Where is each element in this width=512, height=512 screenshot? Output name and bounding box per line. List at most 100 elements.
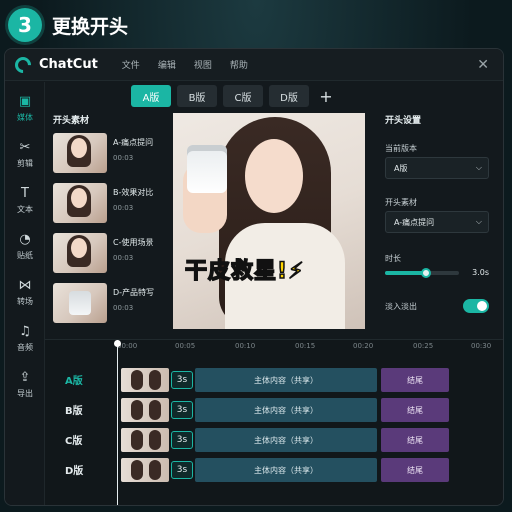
sidebar-item-media[interactable]: ▣ 媒体 <box>5 94 45 123</box>
material-time: 00:03 <box>113 304 134 312</box>
panel-title: 开头素材 <box>53 116 90 126</box>
app-name: ChatCut <box>39 57 98 72</box>
fade-toggle[interactable] <box>463 299 489 313</box>
ending-clip[interactable]: 结尾 <box>381 458 449 482</box>
fade-label: 淡入淡出 <box>385 302 417 311</box>
step-header: 3 更换开头 <box>8 8 128 42</box>
material-thumbnail <box>53 183 107 223</box>
material-name: A-痛点提问 <box>113 138 154 147</box>
product-jar <box>187 145 227 193</box>
track-label-b[interactable]: B版 <box>65 402 83 417</box>
presenter-face <box>245 139 303 213</box>
track-label-c[interactable]: C版 <box>65 432 82 447</box>
sidebar-item-edit[interactable]: ✂ 剪辑 <box>5 140 45 169</box>
material-thumbnail <box>53 233 107 273</box>
duration-label: 时长 <box>385 254 401 263</box>
duration-box[interactable]: 3s <box>171 371 193 389</box>
title-bar: ChatCut 文件 编辑 视图 帮助 ✕ <box>5 49 503 81</box>
scissors-icon: ✂ <box>19 140 31 155</box>
duration-box[interactable]: 3s <box>171 431 193 449</box>
material-item[interactable]: C-使用场景 00:03 <box>53 233 167 275</box>
time-tick: 00:20 <box>353 342 374 350</box>
material-thumbnail <box>53 283 107 323</box>
material-item[interactable]: B-效果对比 00:03 <box>53 183 167 225</box>
chevron-down-icon: ⌵ <box>475 163 482 172</box>
track-label-a[interactable]: A版 <box>65 372 83 387</box>
step-title: 更换开头 <box>52 15 129 38</box>
video-preview[interactable]: 干皮救星!⚡ <box>173 113 365 329</box>
text-icon: T <box>21 186 29 201</box>
menu-bar: 文件 编辑 视图 帮助 <box>122 58 248 71</box>
chevron-down-icon: ⌵ <box>475 217 482 226</box>
tab-version-d[interactable]: D版 <box>269 85 309 107</box>
sidebar-item-label: 音频 <box>17 343 33 352</box>
playhead[interactable] <box>117 340 118 505</box>
sidebar-item-label: 导出 <box>17 389 33 398</box>
sidebar-item-sticker[interactable]: ◔ 贴纸 <box>5 232 45 261</box>
version-tabs: A版 B版 C版 D版 + <box>131 85 337 107</box>
sidebar-item-label: 剪辑 <box>17 159 33 168</box>
material-time: 00:03 <box>113 154 134 162</box>
close-icon[interactable]: ✕ <box>477 57 489 73</box>
duration-box[interactable]: 3s <box>171 401 193 419</box>
sidebar-item-transition[interactable]: ⋈ 转场 <box>5 278 45 307</box>
opening-clip[interactable] <box>121 428 169 452</box>
sticker-icon: ◔ <box>19 232 31 247</box>
material-time: 00:03 <box>113 254 134 262</box>
sidebar-item-export[interactable]: ⇪ 导出 <box>5 370 45 399</box>
time-tick: 00:05 <box>175 342 196 350</box>
main-content-clip[interactable]: 主体内容（共享） <box>195 398 377 422</box>
opening-clip[interactable] <box>121 398 169 422</box>
panel-title: 开头设置 <box>385 116 422 126</box>
material-name: D-产品特写 <box>113 288 155 297</box>
menu-view[interactable]: 视图 <box>194 58 212 71</box>
material-select[interactable]: A-痛点提问 ⌵ <box>385 211 489 233</box>
duration-box[interactable]: 3s <box>171 461 193 479</box>
slider-handle[interactable] <box>420 268 431 278</box>
time-tick: 00:15 <box>295 342 316 350</box>
menu-file[interactable]: 文件 <box>122 58 140 71</box>
ending-clip[interactable]: 结尾 <box>381 398 449 422</box>
material-label: 开头素材 <box>385 198 417 207</box>
menu-edit[interactable]: 编辑 <box>158 58 176 71</box>
material-name: B-效果对比 <box>113 188 154 197</box>
duration-value: 3.0s <box>472 268 489 277</box>
sidebar-item-label: 转场 <box>17 297 33 306</box>
main-content-clip[interactable]: 主体内容（共享） <box>195 428 377 452</box>
main-content-clip[interactable]: 主体内容（共享） <box>195 368 377 392</box>
sidebar-item-label: 媒体 <box>17 113 33 122</box>
tab-version-b[interactable]: B版 <box>177 85 217 107</box>
left-sidebar: ▣ 媒体 ✂ 剪辑 T 文本 ◔ 贴纸 ⋈ 转场 ♫ 音频 ⇪ 导出 <box>5 82 45 505</box>
playhead-handle[interactable] <box>114 340 121 347</box>
timeline: 00:00 00:05 00:10 00:15 00:20 00:25 00:3… <box>45 339 503 505</box>
material-item[interactable]: D-产品特写 00:03 <box>53 283 167 325</box>
material-item[interactable]: A-痛点提问 00:03 <box>53 133 167 175</box>
main-content-clip[interactable]: 主体内容（共享） <box>195 458 377 482</box>
add-version-button[interactable]: + <box>315 85 337 107</box>
step-number: 3 <box>8 8 42 42</box>
duration-slider[interactable] <box>385 268 459 278</box>
opening-settings-panel: 开头设置 当前版本 A版 ⌵ 开头素材 A-痛点提问 ⌵ 时长 3.0s 淡入淡… <box>377 113 497 329</box>
opening-clip[interactable] <box>121 458 169 482</box>
version-label: 当前版本 <box>385 144 417 153</box>
time-tick: 00:10 <box>235 342 256 350</box>
ending-clip[interactable]: 结尾 <box>381 428 449 452</box>
sidebar-item-label: 贴纸 <box>17 251 33 260</box>
preview-caption: 干皮救星!⚡ <box>184 258 305 285</box>
media-icon: ▣ <box>18 94 32 109</box>
sidebar-item-audio[interactable]: ♫ 音频 <box>5 324 45 353</box>
export-icon: ⇪ <box>19 370 31 385</box>
tab-version-c[interactable]: C版 <box>223 85 263 107</box>
opening-clip[interactable] <box>121 368 169 392</box>
opening-material-panel: 开头素材 A-痛点提问 00:03 B-效果对比 00:03 C-使用场景 00:03… <box>53 113 167 329</box>
material-thumbnail <box>53 133 107 173</box>
ending-clip[interactable]: 结尾 <box>381 368 449 392</box>
transition-icon: ⋈ <box>18 278 32 293</box>
version-select[interactable]: A版 ⌵ <box>385 157 489 179</box>
menu-help[interactable]: 帮助 <box>230 58 248 71</box>
sidebar-item-text[interactable]: T 文本 <box>5 186 45 215</box>
track-label-d[interactable]: D版 <box>65 462 83 477</box>
time-tick: 00:30 <box>471 342 492 350</box>
material-time: 00:03 <box>113 204 134 212</box>
tab-version-a[interactable]: A版 <box>131 85 171 107</box>
